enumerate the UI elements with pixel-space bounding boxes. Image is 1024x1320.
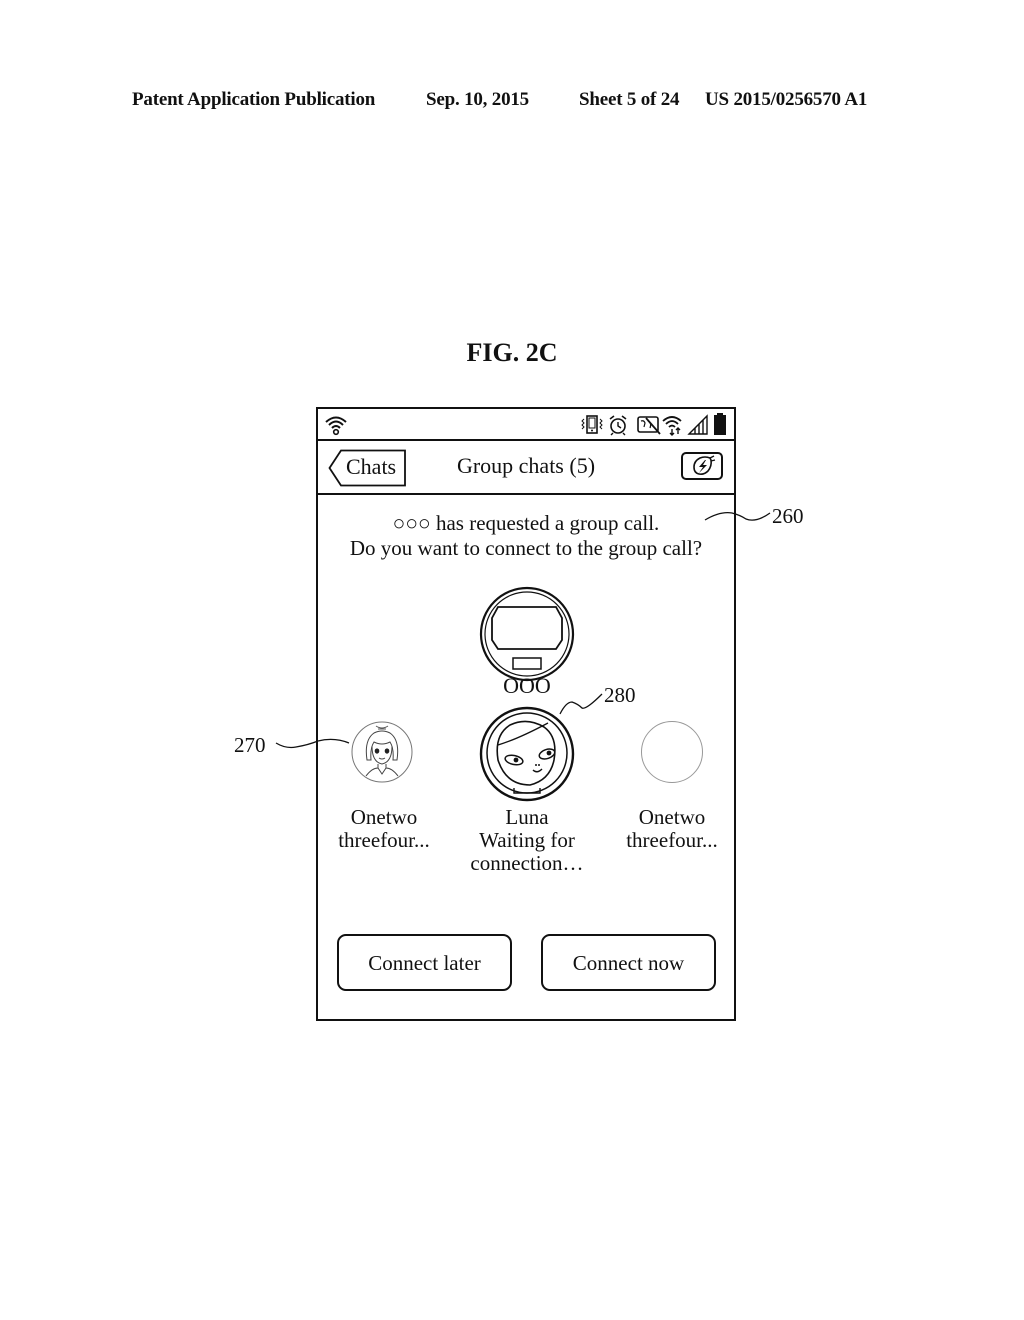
signal-icon xyxy=(687,414,708,435)
battery-icon xyxy=(714,413,726,435)
chat-title: Group chats (5) xyxy=(456,453,596,478)
screen-mirroring-off-icon xyxy=(637,416,661,435)
alarm-icon xyxy=(609,415,627,436)
participant-name-1: Onetwo threefour... xyxy=(338,805,430,852)
publication-date: Sep. 10, 2015 xyxy=(426,89,529,110)
phone-screen: Chats Group chats (5) ○○○ has requested … xyxy=(316,407,736,1021)
reference-numeral-270: 270 xyxy=(234,733,266,757)
request-line: ○○○ has requested a group call. xyxy=(392,511,660,535)
participant-avatar-1[interactable] xyxy=(350,720,414,784)
leader-line-280 xyxy=(559,693,603,715)
question-line: Do you want to connect to the group call… xyxy=(349,536,703,560)
connect-later-button[interactable]: Connect later xyxy=(337,934,512,991)
reference-numeral-280: 280 xyxy=(604,683,636,707)
status-bar xyxy=(318,409,734,441)
nav-bar: Chats Group chats (5) xyxy=(318,441,734,495)
participant-name-3: Onetwo threefour... xyxy=(626,805,718,852)
participant-avatar-3[interactable] xyxy=(640,720,704,784)
wifi-download-icon xyxy=(662,416,682,436)
vibrate-icon xyxy=(581,415,603,434)
group-call-request-message: ○○○ has requested a group call. Do you w… xyxy=(318,511,734,561)
wifi-icon xyxy=(325,416,347,436)
leader-line-260 xyxy=(704,512,771,521)
figure-label: FIG. 2C xyxy=(466,338,558,367)
flash-button[interactable] xyxy=(681,452,723,480)
publication-label: Patent Application Publication xyxy=(132,89,376,110)
leader-line-270 xyxy=(275,738,350,749)
sheet-number: Sheet 5 of 24 xyxy=(579,89,680,110)
patent-number: US 2015/0256570 A1 xyxy=(705,89,868,110)
flash-icon xyxy=(693,455,716,475)
reference-numeral-260: 260 xyxy=(772,504,804,528)
caller-avatar xyxy=(479,586,575,682)
connect-now-button[interactable]: Connect now xyxy=(541,934,716,991)
participant-name-2: Luna Waiting for connection… xyxy=(448,806,606,875)
connection-status: Waiting for xyxy=(479,828,575,852)
